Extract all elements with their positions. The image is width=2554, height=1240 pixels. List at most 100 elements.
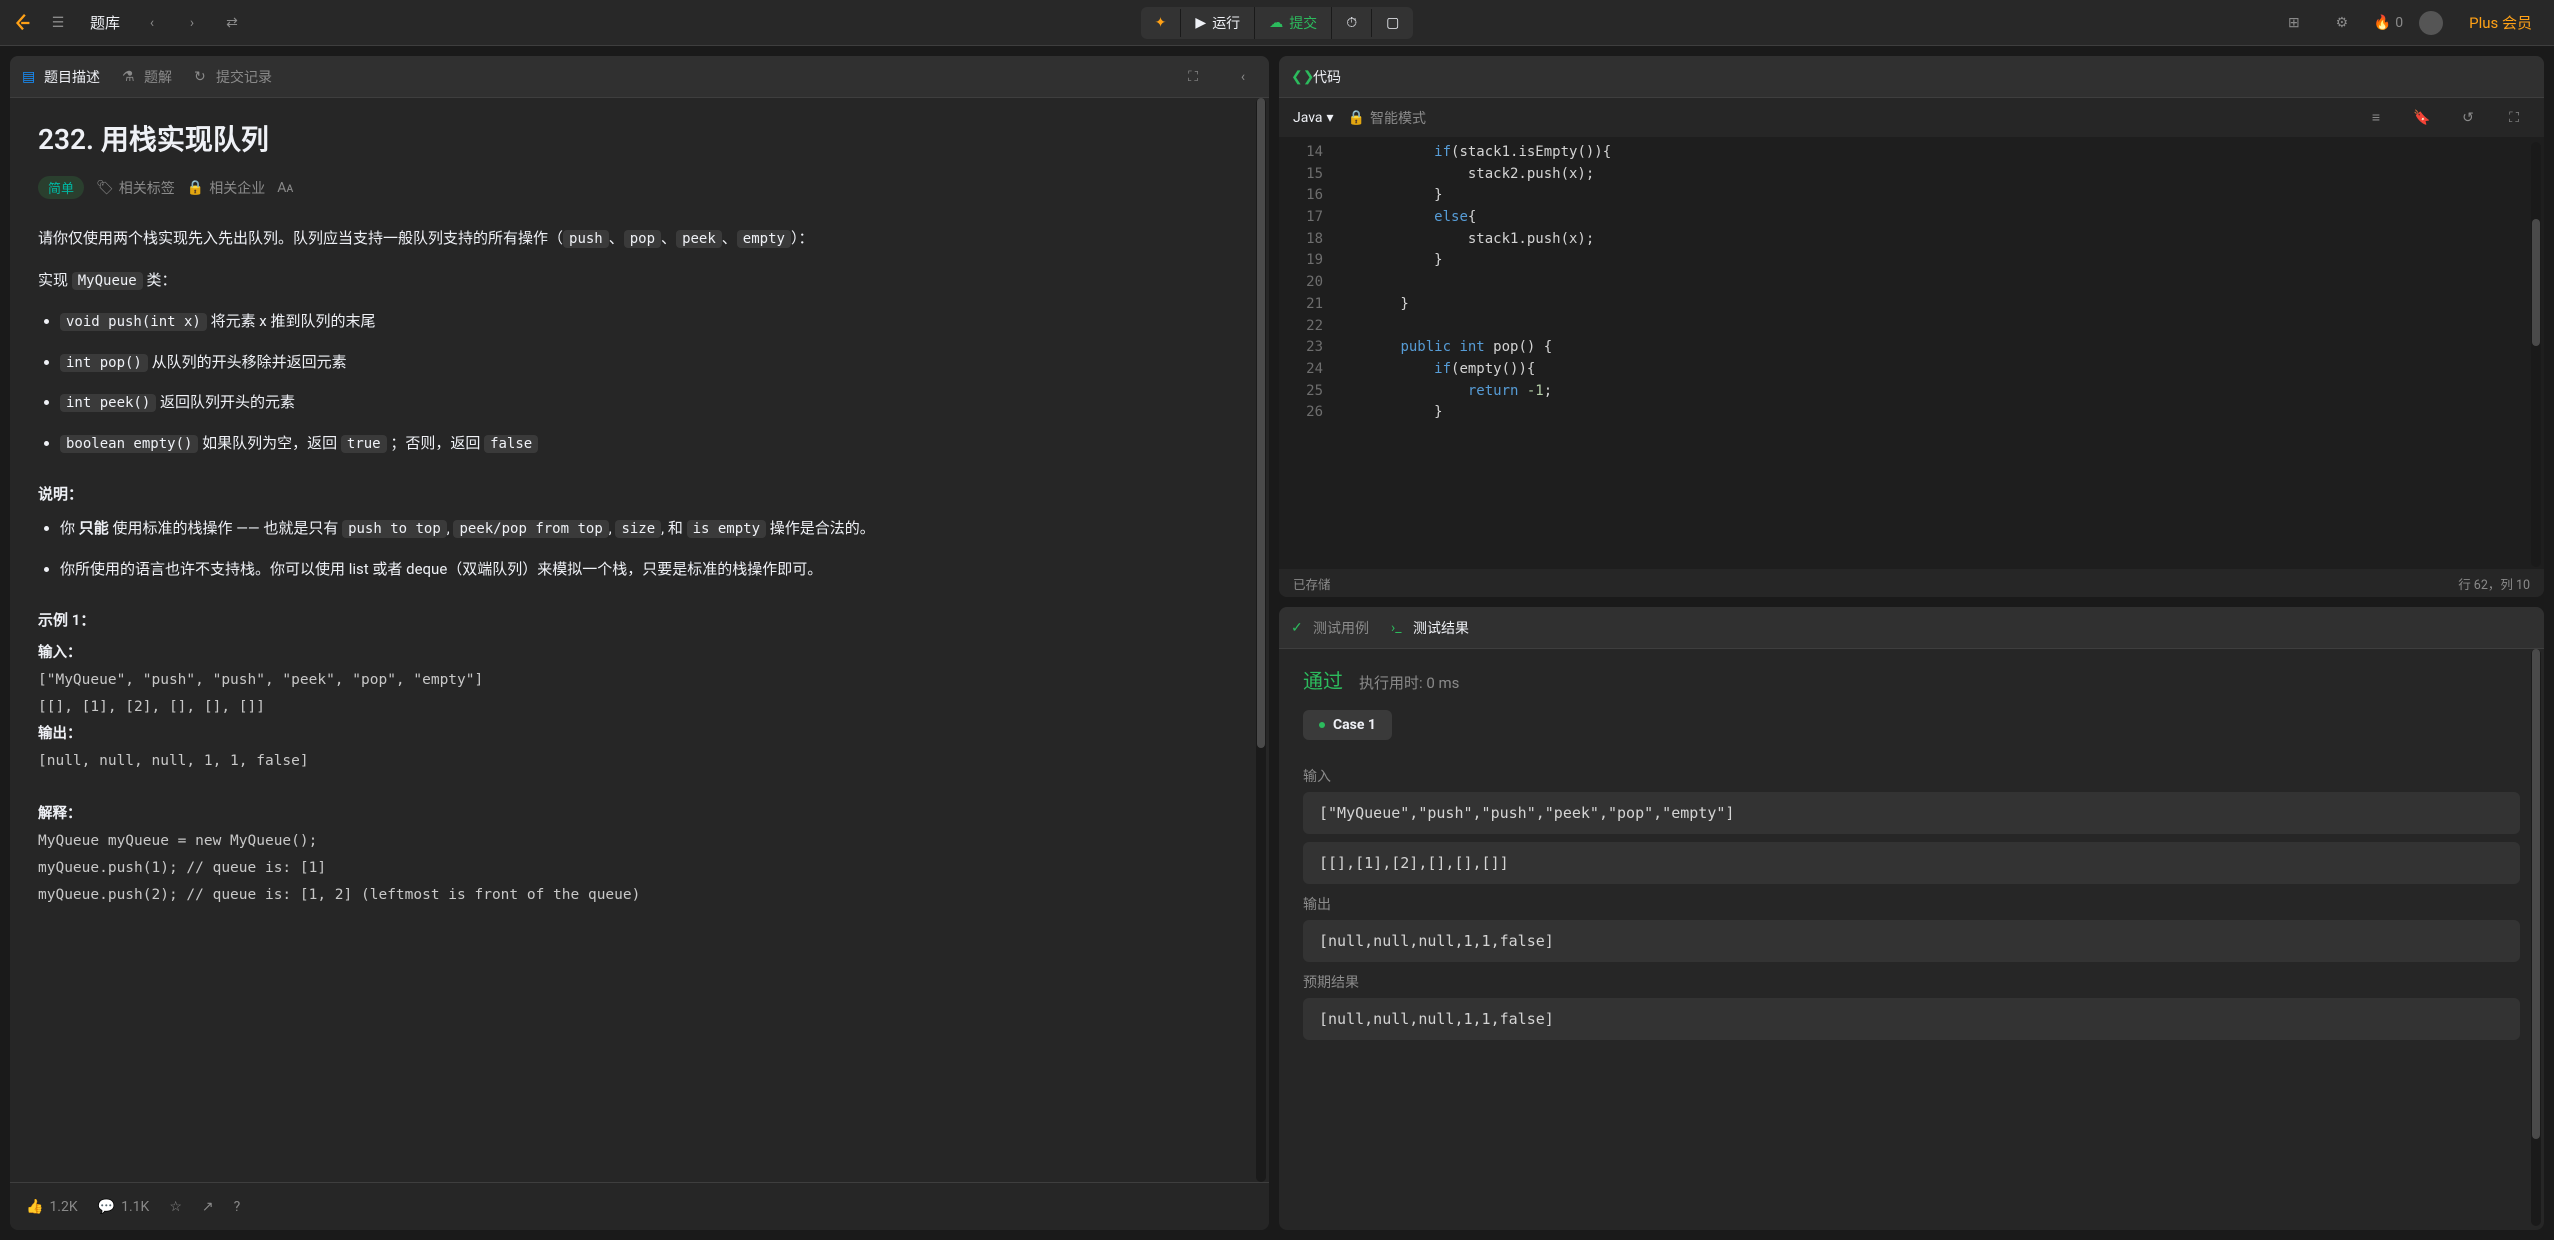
results-panel: ✓测试用例 ›_测试结果 通过 执行用时: 0 ms Case 1 输入 ["M…: [1279, 607, 2544, 1230]
example-header: 示例 1：: [38, 609, 1241, 630]
format-icon[interactable]: ≡: [2360, 102, 2392, 134]
input-box: ["MyQueue","push","push","peek","pop","e…: [1303, 792, 2520, 834]
language-selector[interactable]: Java▾: [1293, 110, 1334, 126]
cursor-position: 行 62，列 10: [2458, 574, 2530, 593]
list-item: 你 只能 使用标准的栈操作 —— 也就是只有 push to top, peek…: [60, 514, 1241, 543]
submit-button[interactable]: ☁提交: [1255, 7, 1332, 39]
tab-solution[interactable]: ⚗题解: [120, 63, 174, 91]
grid-icon[interactable]: ⊞: [2278, 7, 2310, 39]
tags-chip[interactable]: 🏷相关标签: [96, 178, 175, 198]
problem-title: 232. 用栈实现队列: [38, 118, 1241, 158]
list-item: int peek() 返回队列开头的元素: [60, 388, 1241, 417]
output-label: 输出: [1303, 894, 2520, 914]
notes-list: 你 只能 使用标准的栈操作 —— 也就是只有 push to top, peek…: [38, 514, 1241, 583]
companies-chip[interactable]: 🔒相关企业: [187, 178, 265, 198]
output-box: [null,null,null,1,1,false]: [1303, 920, 2520, 962]
chevron-down-icon: ▾: [1327, 110, 1334, 126]
list-item: int pop() 从队列的开头移除并返回元素: [60, 348, 1241, 377]
premium-button[interactable]: Plus 会员: [2459, 8, 2542, 37]
description-body: 232. 用栈实现队列 简单 🏷相关标签 🔒相关企业 Aᴀ 请你仅使用两个栈实现…: [10, 98, 1269, 1182]
prev-problem-icon[interactable]: ‹: [136, 7, 168, 39]
tab-submissions[interactable]: ↻提交记录: [192, 63, 274, 91]
gutter: 14151617181920212223242526: [1279, 138, 1333, 569]
scrollbar[interactable]: [1256, 98, 1266, 1182]
lock-icon: 🔒: [187, 180, 204, 196]
share-button[interactable]: ↗: [202, 1199, 214, 1215]
avatar[interactable]: [2419, 11, 2443, 35]
code-icon: ❮❯: [1291, 69, 1307, 85]
description-footer: 👍1.2K 💬1.1K ☆ ↗ ?: [10, 1182, 1269, 1230]
bug-icon: ✦: [1155, 15, 1167, 31]
tab-description[interactable]: ▤题目描述: [20, 63, 102, 91]
description-panel: ▤题目描述 ⚗题解 ↻提交记录 ⛶ ‹ 232. 用栈实现队列 简单 🏷相关标签…: [10, 56, 1269, 1230]
status-dot: [1319, 722, 1325, 728]
code-status-bar: 已存储 行 62，列 10: [1279, 569, 2544, 597]
code-panel: ❮❯代码 Java▾ 🔒智能模式 ≡ 🔖 ↺ ⛶ 141516171819202…: [1279, 56, 2544, 597]
results-body: 通过 执行用时: 0 ms Case 1 输入 ["MyQueue","push…: [1279, 649, 2544, 1230]
timer-button[interactable]: ⏱: [1332, 9, 1372, 37]
thumbs-up-icon: 👍: [26, 1199, 43, 1215]
intro-paragraph: 请你仅使用两个栈实现先入先出队列。队列应当支持一般队列支持的所有操作（push、…: [38, 223, 1241, 253]
tab-results[interactable]: ›_测试结果: [1389, 614, 1471, 642]
list-item: boolean empty() 如果队列为空，返回 true ；否则，返回 fa…: [60, 429, 1241, 458]
reset-icon[interactable]: ↺: [2452, 102, 2484, 134]
terminal-icon: ›_: [1391, 620, 1407, 636]
hint-chip[interactable]: Aᴀ: [277, 179, 293, 196]
play-icon: ▶: [1195, 15, 1206, 31]
collapse-icon[interactable]: ‹: [1227, 61, 1259, 93]
like-button[interactable]: 👍1.2K: [26, 1199, 78, 1215]
tag-icon: 🏷: [96, 180, 114, 196]
shuffle-icon[interactable]: ⇄: [216, 7, 248, 39]
case-tab[interactable]: Case 1: [1303, 710, 1392, 740]
fullscreen-icon[interactable]: ⛶: [2498, 102, 2530, 134]
star-button[interactable]: ☆: [169, 1199, 182, 1215]
bookmark-icon[interactable]: 🔖: [2406, 102, 2438, 134]
results-tabs: ✓测试用例 ›_测试结果: [1279, 607, 2544, 649]
input-box: [[],[1],[2],[],[],[]]: [1303, 842, 2520, 884]
notes-button[interactable]: ▢: [1372, 9, 1413, 37]
debug-button[interactable]: ✦: [1141, 9, 1182, 37]
left-tabs: ▤题目描述 ⚗题解 ↻提交记录 ⛶ ‹: [10, 56, 1269, 98]
code-editor[interactable]: 14151617181920212223242526 if(stack1.isE…: [1279, 138, 2544, 569]
workspace: ▤题目描述 ⚗题解 ↻提交记录 ⛶ ‹ 232. 用栈实现队列 简单 🏷相关标签…: [0, 46, 2554, 1240]
result-header: 通过 执行用时: 0 ms: [1303, 665, 2520, 694]
example-block: 输入： ["MyQueue", "push", "push", "peek", …: [38, 640, 1241, 908]
expand-icon[interactable]: ⛶: [1177, 61, 1209, 93]
code-tabs: ❮❯代码: [1279, 56, 2544, 98]
scrollbar[interactable]: [2531, 649, 2541, 1226]
input-label: 输入: [1303, 766, 2520, 786]
list-item: 你所使用的语言也许不支持栈。你可以使用 list 或者 deque（双端队列）来…: [60, 555, 1241, 584]
comments-button[interactable]: 💬1.1K: [98, 1199, 150, 1215]
run-group: ✦ ▶运行 ☁提交 ⏱ ▢: [1141, 7, 1414, 39]
save-status: 已存储: [1293, 574, 1331, 593]
flask-icon: ⚗: [122, 69, 138, 85]
problems-link[interactable]: 题库: [82, 12, 128, 33]
language-bar: Java▾ 🔒智能模式 ≡ 🔖 ↺ ⛶: [1279, 98, 2544, 138]
check-icon: ✓: [1291, 620, 1307, 636]
result-status: 通过: [1303, 665, 1343, 694]
lock-icon: 🔒: [1348, 110, 1365, 126]
mode-label[interactable]: 🔒智能模式: [1348, 108, 1426, 128]
topbar: ☰ 题库 ‹ › ⇄ ✦ ▶运行 ☁提交 ⏱ ▢ ⊞ ⚙ 🔥0 Plus 会员: [0, 0, 2554, 46]
leetcode-logo[interactable]: [12, 12, 34, 34]
expected-label: 预期结果: [1303, 972, 2520, 992]
tab-testcases[interactable]: ✓测试用例: [1289, 614, 1371, 642]
history-icon: ↻: [194, 69, 210, 85]
code-lines[interactable]: if(stack1.isEmpty()){ stack2.push(x); } …: [1333, 138, 2544, 569]
next-problem-icon[interactable]: ›: [176, 7, 208, 39]
method-list: void push(int x) 将元素 x 推到队列的末尾 int pop()…: [38, 307, 1241, 457]
right-column: ❮❯代码 Java▾ 🔒智能模式 ≡ 🔖 ↺ ⛶ 141516171819202…: [1279, 56, 2544, 1230]
gear-icon[interactable]: ⚙: [2326, 7, 2358, 39]
notes-header: 说明：: [38, 483, 1241, 504]
runtime-text: 执行用时: 0 ms: [1359, 672, 1459, 693]
cloud-icon: ☁: [1269, 15, 1283, 31]
fire-icon: 🔥: [2374, 15, 2391, 31]
list-icon[interactable]: ☰: [42, 7, 74, 39]
tab-code[interactable]: ❮❯代码: [1289, 63, 1343, 91]
streak-counter[interactable]: 🔥0: [2374, 15, 2403, 31]
run-button[interactable]: ▶运行: [1181, 7, 1255, 39]
impl-line: 实现 MyQueue 类：: [38, 265, 1241, 295]
scrollbar[interactable]: [2531, 142, 2541, 567]
help-button[interactable]: ?: [234, 1199, 241, 1215]
doc-icon: ▤: [22, 69, 38, 85]
